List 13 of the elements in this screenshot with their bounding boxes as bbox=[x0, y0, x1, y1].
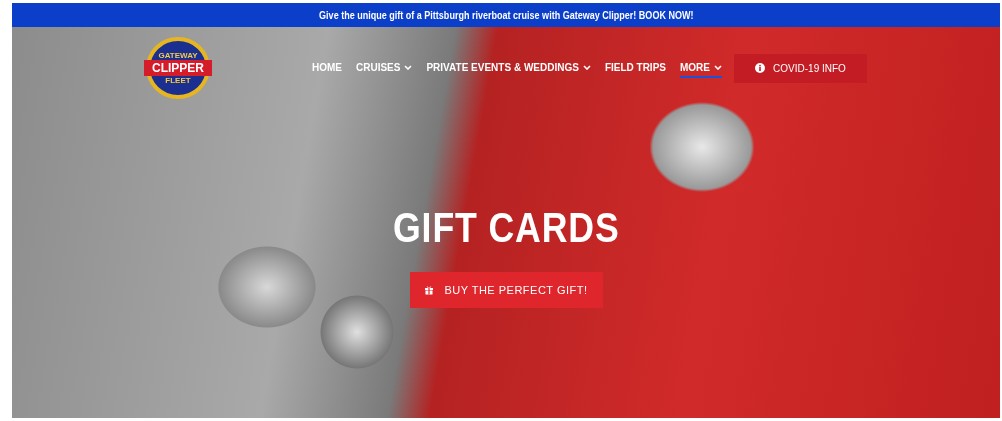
covid-info-button[interactable]: COVID-19 INFO bbox=[734, 53, 867, 83]
nav-link[interactable]: PRIVATE EVENTS & WEDDINGS bbox=[426, 58, 591, 78]
logo-text: CLIPPER bbox=[144, 60, 212, 76]
nav-link[interactable]: CRUISES bbox=[356, 58, 413, 78]
hero-title: GIFT CARDS bbox=[392, 204, 620, 252]
logo-text: FLEET bbox=[165, 76, 191, 85]
info-icon bbox=[755, 63, 766, 73]
nav-link[interactable]: FIELD TRIPS bbox=[604, 58, 666, 78]
gift-icon bbox=[424, 285, 435, 295]
announcement-text[interactable]: Give the unique gift of a Pittsburgh riverboat cruise with Gateway Clipper! BOOK NOW! bbox=[318, 9, 694, 21]
nav-link[interactable]: MORE bbox=[680, 58, 722, 78]
logo-text: GATEWAY bbox=[158, 51, 198, 60]
buy-gift-button[interactable]: BUY THE PERFECT GIFT! bbox=[409, 272, 603, 308]
